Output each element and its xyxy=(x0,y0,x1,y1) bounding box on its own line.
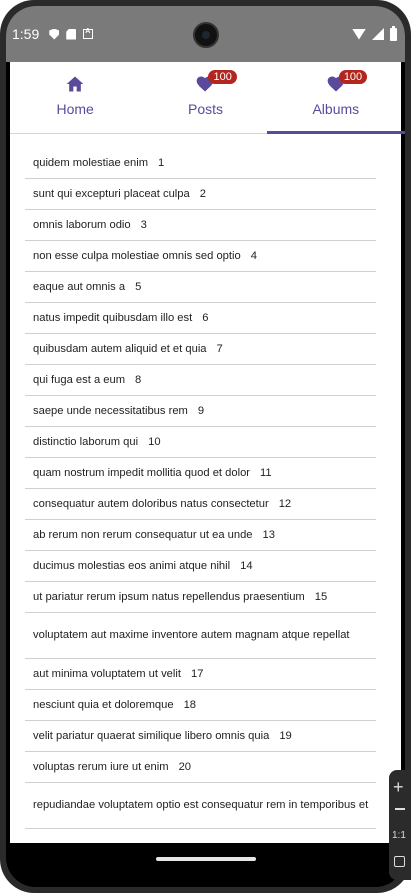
album-id: 9 xyxy=(197,405,205,417)
sd-card-icon xyxy=(66,28,77,40)
album-title: voluptas rerum iure ut enim xyxy=(33,761,169,773)
album-title: saepe unde necessitatibus rem xyxy=(33,405,188,417)
album-list-item[interactable]: saepe unde necessitatibus rem 9 xyxy=(25,396,376,427)
album-list-item[interactable]: ab rerum non rerum consequatur ut ea und… xyxy=(25,520,376,551)
tab-home-label: Home xyxy=(56,101,94,117)
album-title: quibusdam autem aliquid et et quia xyxy=(33,343,207,355)
album-list: quidem molestiae enim 1 sunt qui excepturi… xyxy=(25,148,376,829)
status-time: 1:59 xyxy=(12,26,40,42)
app-content: Home 100 Posts 100 Albums quidem molesti… xyxy=(10,62,405,843)
album-list-item[interactable]: quidem molestiae enim 1 xyxy=(25,148,376,179)
zoom-out-button[interactable] xyxy=(395,808,405,810)
albums-icon-wrap: 100 xyxy=(325,70,368,94)
album-title: quidem molestiae enim xyxy=(33,157,149,169)
tab-selected-indicator xyxy=(267,131,405,134)
album-list-item[interactable]: eaque aut omnis a 5 xyxy=(25,272,376,303)
album-title: repudiandae voluptatem optio est consequ… xyxy=(33,799,369,811)
album-list-item[interactable]: ducimus molestias eos animi atque nihil 1… xyxy=(25,551,376,582)
tab-bar: Home 100 Posts 100 Albums xyxy=(10,62,405,134)
shield-icon xyxy=(49,28,60,40)
album-list-item[interactable]: repudiandae voluptatem optio est consequ… xyxy=(25,783,376,829)
album-id: 3 xyxy=(140,219,147,231)
album-id: 17 xyxy=(191,668,204,680)
album-title: voluptatem aut maxime inventore autem ma… xyxy=(33,629,350,641)
album-list-item[interactable]: voluptas rerum iure ut enim 20 xyxy=(25,752,376,783)
posts-badge: 100 xyxy=(208,70,237,84)
album-title: aut minima voluptatem ut velit xyxy=(33,668,181,680)
wifi-icon xyxy=(352,28,366,40)
fit-screen-icon[interactable] xyxy=(394,856,405,867)
album-id: 6 xyxy=(202,312,209,324)
album-id: 19 xyxy=(279,730,292,742)
album-title: velit pariatur quaerat similique libero … xyxy=(33,730,270,742)
album-title: natus impedit quibusdam illo est xyxy=(33,312,193,324)
status-bar: 1:59 xyxy=(6,6,405,62)
album-list-item[interactable]: nesciunt quia et doloremque 18 xyxy=(25,690,376,721)
album-id: 11 xyxy=(260,467,272,479)
album-id: 14 xyxy=(240,560,253,572)
album-title: quam nostrum impedit mollitia quod et do… xyxy=(33,467,251,479)
home-icon xyxy=(66,76,84,92)
album-list-item[interactable]: aut minima voluptatem ut velit 17 xyxy=(25,659,376,690)
album-list-item[interactable]: non esse culpa molestiae omnis sed optio… xyxy=(25,241,376,272)
album-title: omnis laborum odio xyxy=(33,219,131,231)
album-id: 18 xyxy=(183,699,197,711)
album-id: 1 xyxy=(158,157,165,169)
album-id: 10 xyxy=(148,436,161,448)
album-title: nesciunt quia et doloremque xyxy=(33,699,174,711)
tab-albums-label: Albums xyxy=(312,101,360,117)
posts-icon-wrap: 100 xyxy=(194,70,237,94)
album-title: qui fuga est a eum xyxy=(33,374,126,386)
a-box-icon xyxy=(83,28,94,39)
album-list-item[interactable]: voluptatem aut maxime inventore autem ma… xyxy=(25,613,376,659)
album-id: 7 xyxy=(216,343,223,355)
album-list-item[interactable]: natus impedit quibusdam illo est 6 xyxy=(25,303,376,334)
tab-albums[interactable]: 100 Albums xyxy=(271,62,401,133)
album-list-item[interactable]: quam nostrum impedit mollitia quod et do… xyxy=(25,458,376,489)
album-title: sunt qui excepturi placeat culpa xyxy=(33,188,190,200)
tab-posts[interactable]: 100 Posts xyxy=(140,62,270,133)
cellular-icon xyxy=(372,28,384,40)
album-list-item[interactable]: omnis laborum odio 3 xyxy=(25,210,376,241)
album-id: 13 xyxy=(262,529,275,541)
emulator-side-toolbar: + 1:1 xyxy=(389,770,411,880)
album-id: 12 xyxy=(278,498,292,510)
album-title: ducimus molestias eos animi atque nihil xyxy=(33,560,231,572)
album-id: 5 xyxy=(135,281,142,293)
album-id: 2 xyxy=(199,188,206,200)
device-frame: 1:59 Home xyxy=(0,0,411,893)
battery-icon xyxy=(390,25,397,41)
ratio-button[interactable]: 1:1 xyxy=(392,830,406,841)
zoom-in-button[interactable]: + xyxy=(393,778,404,796)
album-list-item[interactable]: ut pariatur rerum ipsum natus repellendu… xyxy=(25,582,376,613)
album-list-item[interactable]: sunt qui excepturi placeat culpa 2 xyxy=(25,179,376,210)
status-icons-left xyxy=(49,28,94,40)
album-id: 8 xyxy=(135,374,142,386)
albums-badge: 100 xyxy=(338,70,368,84)
album-title: distinctio laborum qui xyxy=(33,436,139,448)
album-title: consequatur autem doloribus natus consec… xyxy=(33,498,269,510)
album-id: 15 xyxy=(314,591,328,603)
album-list-item[interactable]: velit pariatur quaerat similique libero … xyxy=(25,721,376,752)
screen: 1:59 Home xyxy=(6,6,405,887)
album-list-item[interactable]: consequatur autem doloribus natus consec… xyxy=(25,489,376,520)
album-list-item[interactable]: qui fuga est a eum 8 xyxy=(25,365,376,396)
tab-home[interactable]: Home xyxy=(10,62,140,133)
album-list-item[interactable]: quibusdam autem aliquid et et quia 7 xyxy=(25,334,376,365)
album-list-item[interactable]: distinctio laborum qui 10 xyxy=(25,427,376,458)
tab-posts-label: Posts xyxy=(187,101,223,117)
album-title: non esse culpa molestiae omnis sed optio xyxy=(33,250,241,262)
album-id: 20 xyxy=(178,761,192,773)
system-nav-bar xyxy=(6,843,405,887)
front-camera xyxy=(192,22,219,48)
album-title: ut pariatur rerum ipsum natus repellendu… xyxy=(33,591,305,603)
status-icons-right xyxy=(352,25,397,41)
home-gesture-handle[interactable] xyxy=(155,857,256,861)
album-title: eaque aut omnis a xyxy=(33,281,126,293)
album-title: ab rerum non rerum consequatur ut ea und… xyxy=(33,529,253,541)
album-id: 4 xyxy=(250,250,257,262)
